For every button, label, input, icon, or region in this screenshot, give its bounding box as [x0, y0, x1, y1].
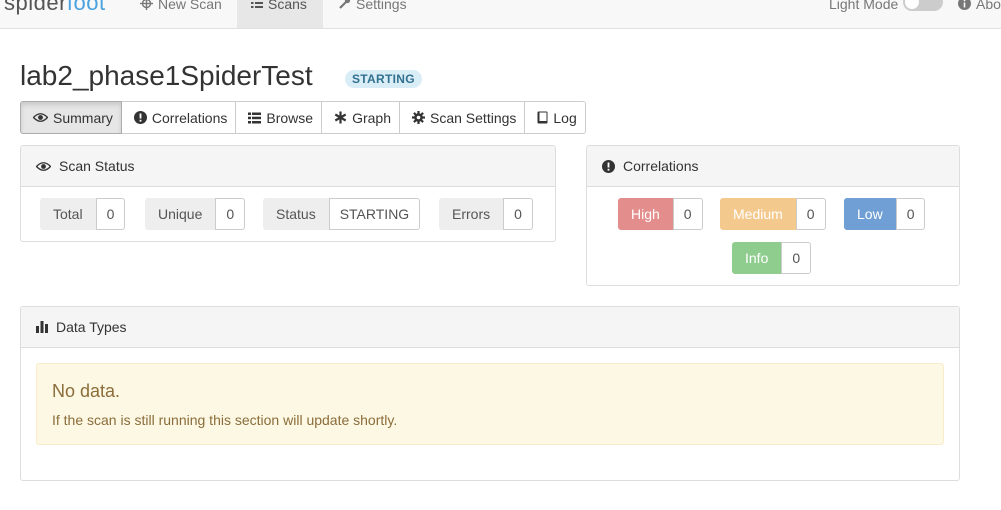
eye-icon	[33, 112, 48, 123]
crosshair-icon	[140, 0, 153, 12]
list-icon	[248, 112, 262, 124]
exclamation-circle-icon	[602, 159, 615, 173]
data-types-title: Data Types	[56, 319, 127, 335]
nav-scans-label: Scans	[268, 0, 307, 12]
medium-correlations[interactable]: Medium 0	[720, 198, 826, 230]
spiderfoot-logo[interactable]: spiderfoot	[4, 0, 106, 16]
top-navbar: spiderfoot New Scan Scans Settings Light…	[0, 0, 1001, 29]
no-data-alert: No data. If the scan is still running th…	[36, 363, 944, 445]
scan-tabs: Summary Correlations Browse Graph Scan S…	[20, 101, 586, 134]
correlations-panel: Correlations High 0 Medium 0 Low 0 Info …	[586, 145, 960, 286]
book-icon	[537, 111, 548, 124]
gear-icon	[412, 111, 425, 124]
data-types-header: Data Types	[21, 307, 959, 348]
errors-counter: Errors 0	[439, 198, 533, 230]
tab-scan-settings[interactable]: Scan Settings	[400, 101, 526, 134]
correlations-title: Correlations	[623, 158, 699, 174]
nav-scans[interactable]: Scans	[237, 0, 323, 28]
nav-about[interactable]: About	[958, 0, 1001, 28]
status-badge: STARTING	[345, 70, 422, 88]
high-correlations[interactable]: High 0	[618, 198, 703, 230]
tab-summary[interactable]: Summary	[20, 101, 122, 134]
nav-settings-label: Settings	[356, 0, 407, 12]
low-correlations[interactable]: Low 0	[844, 198, 926, 230]
unique-counter: Unique 0	[145, 198, 246, 230]
toggle-knob	[905, 0, 919, 9]
nav-settings[interactable]: Settings	[338, 0, 428, 28]
nav-new-scan-label: New Scan	[158, 0, 222, 12]
data-types-panel: Data Types No data. If the scan is still…	[20, 306, 960, 481]
nav-new-scan[interactable]: New Scan	[132, 0, 240, 28]
scan-status-panel: Scan Status Total 0 Unique 0 Status STAR…	[20, 145, 556, 242]
no-data-message: If the scan is still running this sectio…	[52, 412, 398, 428]
exclamation-circle-icon	[133, 111, 147, 124]
status-counter: Status STARTING	[263, 198, 421, 230]
light-mode-label: Light Mode	[829, 0, 899, 12]
tab-log[interactable]: Log	[525, 101, 586, 134]
tab-correlations[interactable]: Correlations	[121, 101, 237, 134]
asterisk-icon	[334, 111, 347, 124]
tab-browse[interactable]: Browse	[236, 101, 323, 134]
tab-graph[interactable]: Graph	[322, 101, 400, 134]
list-icon	[251, 0, 263, 11]
scan-status-title: Scan Status	[59, 158, 135, 174]
info-circle-icon	[958, 0, 971, 12]
total-counter: Total 0	[40, 198, 126, 230]
nav-about-label: About	[976, 0, 1001, 12]
wrench-icon	[338, 0, 351, 12]
scan-status-header: Scan Status	[21, 146, 555, 187]
eye-icon	[36, 161, 51, 172]
bar-chart-icon	[36, 321, 48, 333]
correlations-header: Correlations	[587, 146, 959, 187]
scan-title: lab2_phase1SpiderTest	[20, 60, 313, 91]
no-data-heading: No data.	[52, 381, 121, 401]
light-mode-toggle[interactable]	[903, 0, 943, 11]
info-correlations[interactable]: Info 0	[732, 242, 812, 274]
